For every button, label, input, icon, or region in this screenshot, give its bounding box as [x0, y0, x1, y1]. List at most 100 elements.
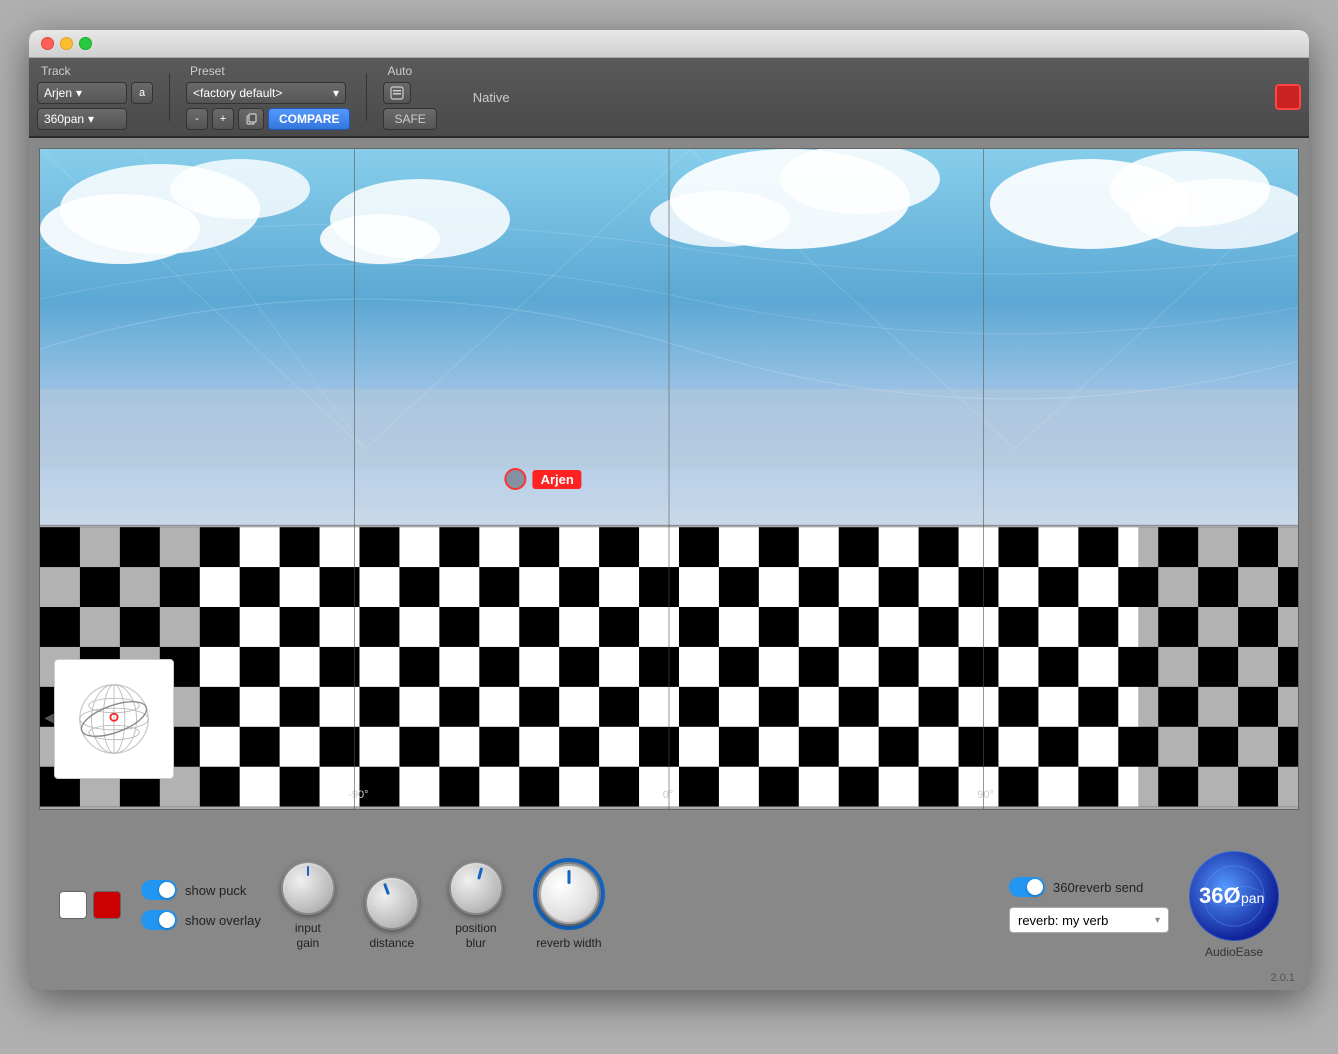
- main-window: Track Arjen ▾ a 360pan ▾ Preset <f: [29, 30, 1309, 990]
- show-puck-label: show puck: [185, 883, 246, 898]
- reverb-section: 360reverb send reverb: my verb ▾: [1009, 877, 1169, 933]
- position-blur-container: positionblur: [449, 861, 503, 952]
- angle-90: 90°: [977, 789, 994, 801]
- reverb-width-label: reverb width: [536, 936, 601, 952]
- distance-knob[interactable]: [365, 876, 419, 930]
- reverb-send-label: 360reverb send: [1053, 880, 1143, 895]
- show-overlay-toggle[interactable]: [141, 910, 177, 930]
- reverb-knob-outer: [533, 858, 605, 930]
- copy-icon: [245, 113, 257, 125]
- position-blur-mark: [477, 867, 483, 879]
- automation-icon: [390, 86, 404, 100]
- input-gain-label: inputgain: [295, 921, 321, 952]
- track-label: Track: [37, 64, 153, 78]
- logo-subtext: AudioEase: [1205, 945, 1263, 959]
- show-overlay-row: show overlay: [141, 910, 261, 930]
- preset-minus-btn[interactable]: -: [186, 108, 208, 130]
- traffic-lights: [41, 37, 92, 50]
- track-name: Arjen: [44, 86, 72, 100]
- auto-row-1: [383, 82, 436, 104]
- distance-container: distance: [365, 876, 419, 952]
- auto-icon-btn[interactable]: [383, 82, 411, 104]
- distance-label: distance: [370, 936, 415, 952]
- main-content: Arjen -90° 0° 90° ◄: [29, 138, 1309, 990]
- plugin-name: 360pan: [44, 112, 84, 126]
- titlebar: [29, 30, 1309, 58]
- minimize-button[interactable]: [60, 37, 73, 50]
- distance-mark: [383, 883, 390, 895]
- svg-text:pan: pan: [1241, 890, 1264, 906]
- preset-copy-btn[interactable]: [238, 108, 264, 130]
- minimap: ◄: [54, 659, 174, 779]
- preset-section: Preset <factory default> ▾ - + COMPARE: [186, 64, 350, 130]
- version-text: 2.0.1: [1271, 972, 1295, 984]
- minimap-arrow[interactable]: ◄: [41, 710, 57, 728]
- toolbar: Track Arjen ▾ a 360pan ▾ Preset <f: [29, 58, 1309, 138]
- track-select[interactable]: Arjen ▾: [37, 82, 127, 104]
- divider-1: [169, 73, 170, 121]
- reverb-dropdown[interactable]: reverb: my verb ▾: [1009, 907, 1169, 933]
- sky-grid-svg: [40, 149, 1298, 525]
- native-btn[interactable]: Native: [465, 88, 518, 107]
- puck-label: Arjen: [533, 470, 582, 489]
- puck-circle: [505, 468, 527, 490]
- knobs-section: inputgain distance positionblur: [281, 858, 969, 952]
- reverb-width-mark: [567, 870, 570, 884]
- color-box-red[interactable]: [93, 891, 121, 919]
- position-blur-label: positionblur: [455, 921, 496, 952]
- globe-svg: [69, 674, 159, 764]
- preset-plus-btn[interactable]: +: [212, 108, 234, 130]
- native-section: Native: [449, 88, 518, 107]
- panorama-container[interactable]: Arjen -90° 0° 90° ◄: [39, 148, 1299, 810]
- position-blur-knob[interactable]: [449, 861, 503, 915]
- logo-svg: 36Ø pan: [1189, 851, 1279, 941]
- toggles-section: show puck show overlay: [141, 880, 261, 930]
- reverb-width-container: reverb width: [533, 858, 605, 952]
- auto-section: Auto SAFE: [383, 64, 436, 130]
- svg-text:36Ø: 36Ø: [1199, 883, 1241, 908]
- reverb-width-knob[interactable]: [539, 864, 599, 924]
- compare-btn[interactable]: COMPARE: [268, 108, 350, 130]
- show-puck-row: show puck: [141, 880, 261, 900]
- safe-btn[interactable]: SAFE: [383, 108, 436, 130]
- track-section: Track Arjen ▾ a 360pan ▾: [37, 64, 153, 130]
- auto-label: Auto: [383, 64, 436, 78]
- sky-section: [40, 149, 1298, 525]
- track-variant-btn[interactable]: a: [131, 82, 153, 104]
- reverb-send-row: 360reverb send: [1009, 877, 1169, 897]
- angle-minus90: -90°: [348, 789, 368, 801]
- reverb-dropdown-value: reverb: my verb: [1018, 913, 1108, 928]
- input-gain-container: inputgain: [281, 861, 335, 952]
- logo-section: 36Ø pan AudioEase: [1189, 851, 1279, 959]
- sky-background: [40, 149, 1298, 525]
- show-overlay-label: show overlay: [185, 913, 261, 928]
- close-button[interactable]: [41, 37, 54, 50]
- angle-0: 0°: [663, 789, 674, 801]
- source-puck[interactable]: Arjen: [505, 468, 582, 490]
- plugin-row: 360pan ▾: [37, 108, 153, 130]
- preset-row-1: <factory default> ▾: [186, 82, 350, 104]
- show-puck-toggle[interactable]: [141, 880, 177, 900]
- reverb-send-toggle[interactable]: [1009, 877, 1045, 897]
- plugin-select[interactable]: 360pan ▾: [37, 108, 127, 130]
- preset-label: Preset: [186, 64, 350, 78]
- preset-value: <factory default>: [193, 86, 282, 100]
- bottom-controls: show puck show overlay inputgain: [39, 820, 1299, 990]
- checkerboard-svg: [40, 525, 1298, 809]
- preset-dropdown[interactable]: <factory default> ▾: [186, 82, 346, 104]
- logo-circle: 36Ø pan: [1189, 851, 1279, 941]
- track-select-arrow: ▾: [76, 86, 82, 100]
- divider-2: [366, 73, 367, 121]
- input-gain-knob[interactable]: [281, 861, 335, 915]
- preset-dropdown-arrow: ▾: [333, 86, 339, 100]
- red-record-btn[interactable]: [1275, 84, 1301, 110]
- floor-section: [40, 525, 1298, 809]
- color-box-white[interactable]: [59, 891, 87, 919]
- plugin-arrow: ▾: [88, 112, 94, 126]
- input-gain-mark: [307, 866, 309, 876]
- track-row: Arjen ▾ a: [37, 82, 153, 104]
- reverb-dropdown-arrow: ▾: [1155, 915, 1160, 926]
- maximize-button[interactable]: [79, 37, 92, 50]
- auto-row-2: SAFE: [383, 108, 436, 130]
- color-boxes: [59, 891, 121, 919]
